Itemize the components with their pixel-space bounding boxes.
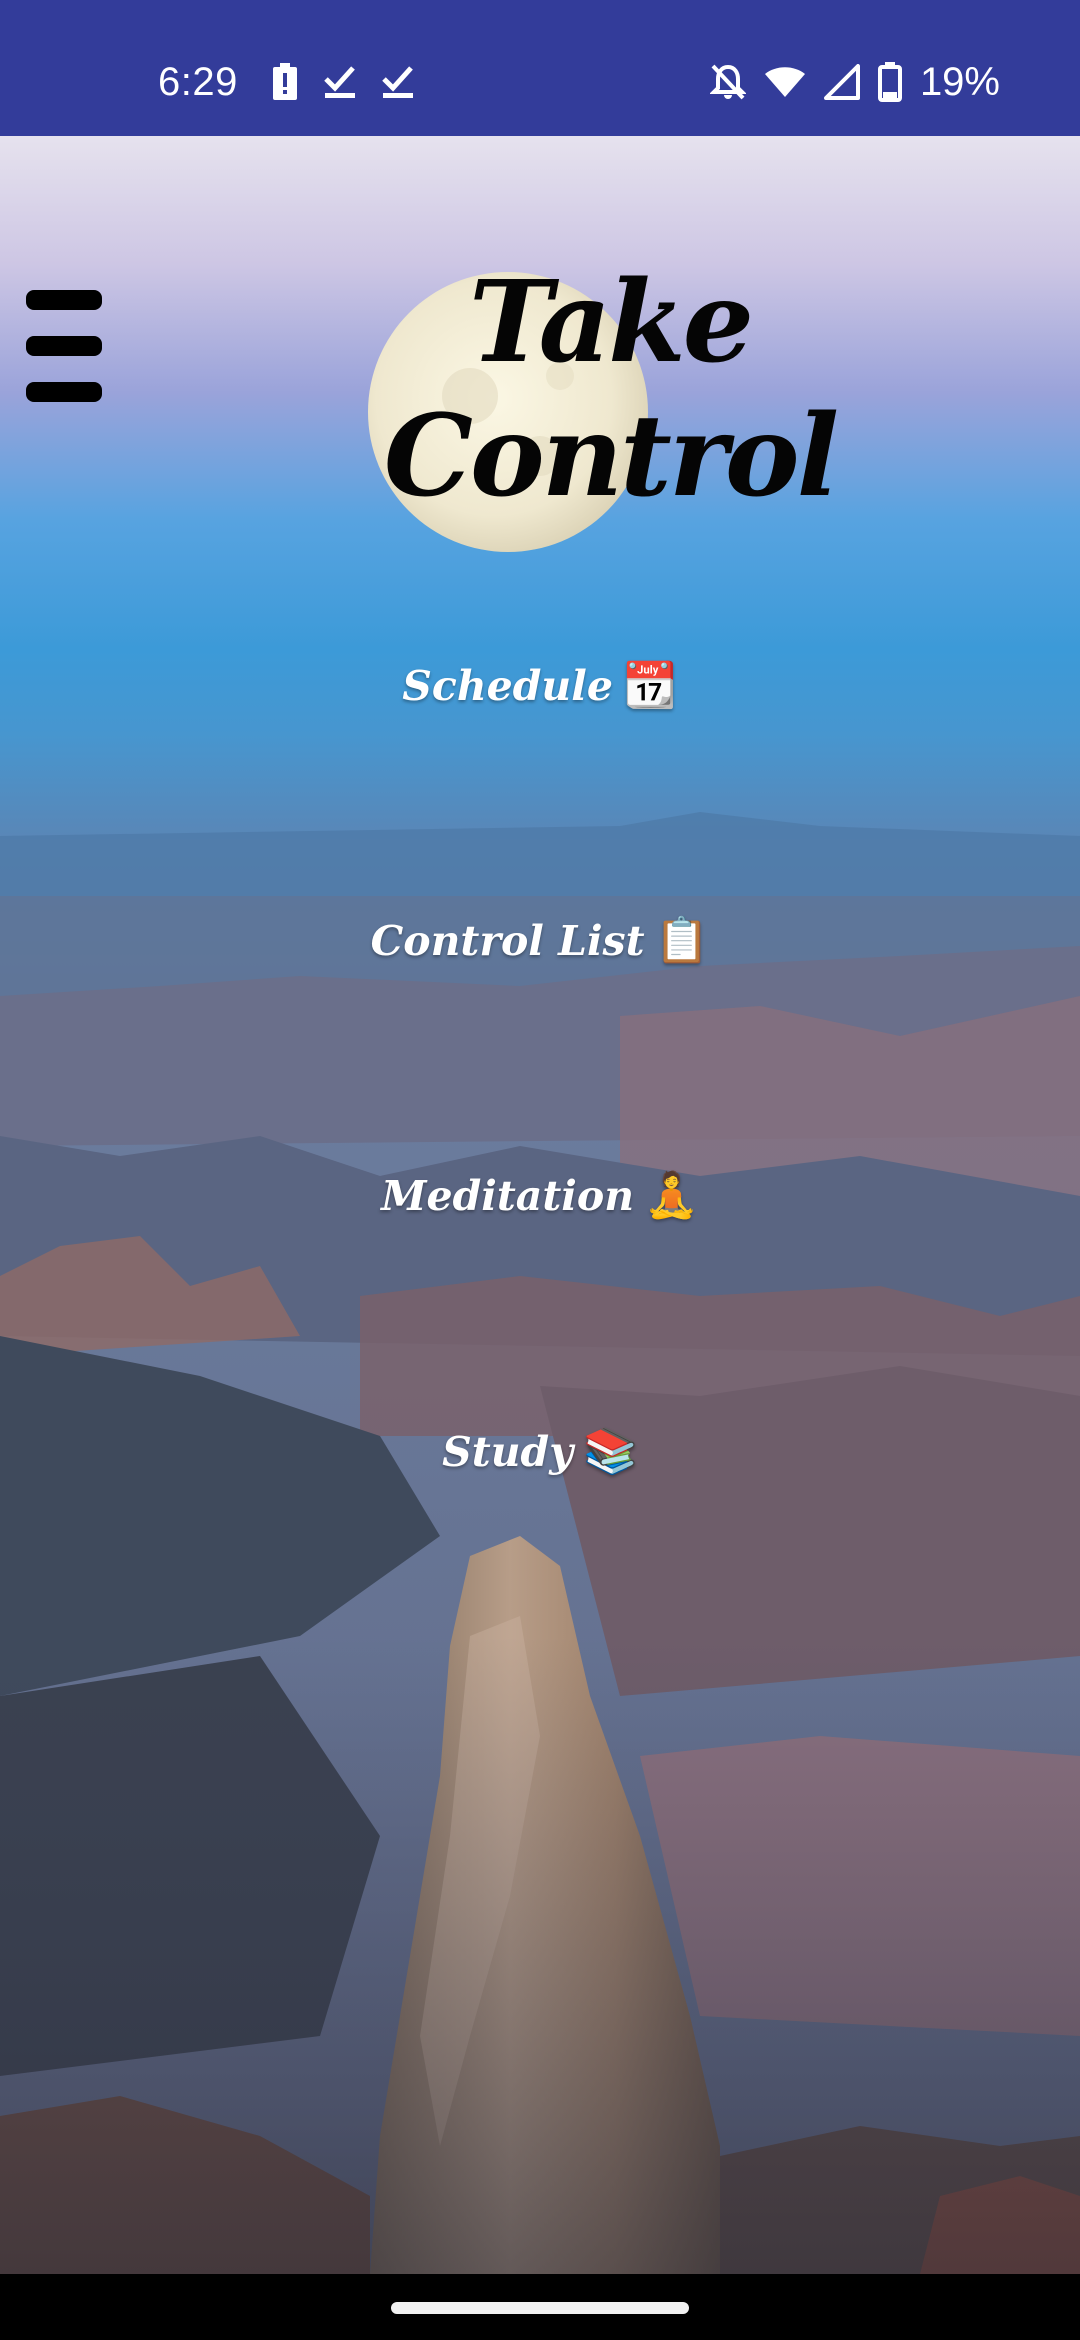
nav-study-link[interactable]: Study 📚	[0, 1422, 1080, 1482]
status-time: 6:29	[158, 59, 238, 104]
meditation-icon: 🧘	[644, 1170, 699, 1221]
status-bar: 6:29 19%	[0, 0, 1080, 136]
nav-schedule-label: Schedule	[402, 662, 613, 710]
nav-control-list-link[interactable]: Control List 📋	[0, 911, 1080, 971]
nav-control-list-label: Control List	[370, 917, 645, 965]
clipboard-icon: 📋	[654, 915, 710, 966]
home-gesture-handle[interactable]	[391, 2302, 689, 2314]
nav-schedule-link[interactable]: Schedule 📆	[0, 656, 1080, 716]
nav-meditation-link[interactable]: Meditation 🧘	[0, 1166, 1080, 1226]
system-nav-bar	[0, 2274, 1080, 2340]
main-content: Take Control Schedule 📆 Control List 📋 Med…	[0, 136, 1080, 2274]
signal-icon	[823, 64, 860, 100]
calendar-icon: 📆	[622, 660, 678, 711]
status-left-group: 6:29	[158, 52, 414, 112]
status-right-group: 19%	[709, 52, 1000, 112]
books-icon: 📚	[583, 1426, 638, 1477]
nav-meditation-label: Meditation	[381, 1172, 635, 1220]
menu-button[interactable]	[24, 290, 106, 402]
page-title: Take Control	[383, 257, 839, 523]
battery-percent: 19%	[919, 59, 1000, 104]
bell-off-icon	[709, 63, 746, 101]
check-icon	[382, 65, 414, 99]
nav-study-label: Study	[442, 1428, 574, 1476]
wifi-icon	[764, 65, 806, 99]
battery-icon	[877, 62, 902, 102]
check-icon	[324, 65, 356, 99]
battery-alert-icon	[272, 63, 298, 101]
